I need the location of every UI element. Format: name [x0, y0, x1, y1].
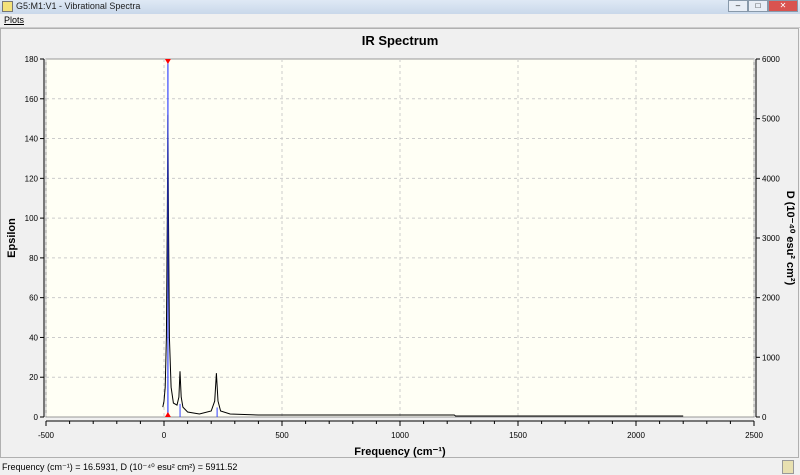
- y2-tick-label: 0: [762, 413, 767, 422]
- y2-tick-label: 5000: [762, 115, 780, 124]
- resize-grip-icon[interactable]: [782, 460, 794, 474]
- x-axis-label: Frequency (cm⁻¹): [354, 446, 446, 458]
- plot-area: [45, 58, 755, 418]
- y-tick-label: 180: [25, 55, 39, 64]
- y-tick-label: 60: [29, 294, 38, 303]
- window-title: G5:M1:V1 - Vibrational Spectra: [16, 1, 141, 11]
- y2-tick-label: 1000: [762, 353, 780, 362]
- x-tick-label: 2500: [745, 431, 763, 440]
- y-axis-label: Epsilon: [6, 218, 18, 258]
- y-tick-label: 0: [34, 413, 39, 422]
- title-bar: G5:M1:V1 - Vibrational Spectra – □ ✕: [0, 0, 800, 14]
- x-tick-label: 500: [275, 431, 289, 440]
- y-tick-label: 40: [29, 333, 38, 342]
- status-bar: Frequency (cm⁻¹) = 16.5931, D (10⁻⁴⁰ esu…: [0, 458, 800, 475]
- y-tick-label: 80: [29, 254, 38, 263]
- status-readout: Frequency (cm⁻¹) = 16.5931, D (10⁻⁴⁰ esu…: [2, 462, 238, 472]
- close-button[interactable]: ✕: [768, 0, 798, 12]
- x-tick-label: 0: [162, 431, 167, 440]
- chart-title: IR Spectrum: [362, 33, 439, 48]
- app-icon: [2, 1, 13, 12]
- menu-bar: Plots: [0, 14, 800, 28]
- x-tick-label: -500: [38, 431, 55, 440]
- chart-panel: IR Spectrum -500 0 500 1000 1500 2000 2500 0 20 40…: [0, 28, 799, 458]
- y-tick-label: 120: [25, 174, 39, 183]
- y2-tick-label: 6000: [762, 55, 780, 64]
- maximize-button[interactable]: □: [748, 0, 768, 12]
- minimize-button[interactable]: –: [728, 0, 748, 12]
- y2-tick-label: 4000: [762, 174, 780, 183]
- y-tick-label: 160: [25, 95, 39, 104]
- x-tick-label: 2000: [627, 431, 645, 440]
- menu-plots[interactable]: Plots: [4, 15, 24, 25]
- y2-tick-label: 3000: [762, 234, 780, 243]
- x-tick-label: 1000: [391, 431, 409, 440]
- y2-tick-label: 2000: [762, 294, 780, 303]
- ir-spectrum-chart[interactable]: IR Spectrum-500 0 500 1000 1500 2000 250002040…: [1, 29, 800, 459]
- y-tick-label: 140: [25, 135, 39, 144]
- y-tick-label: 20: [29, 373, 38, 382]
- y2-axis-label: D (10⁻⁴⁰ esu² cm²): [784, 191, 796, 286]
- y-tick-label: 100: [25, 214, 39, 223]
- x-tick-label: 1500: [509, 431, 527, 440]
